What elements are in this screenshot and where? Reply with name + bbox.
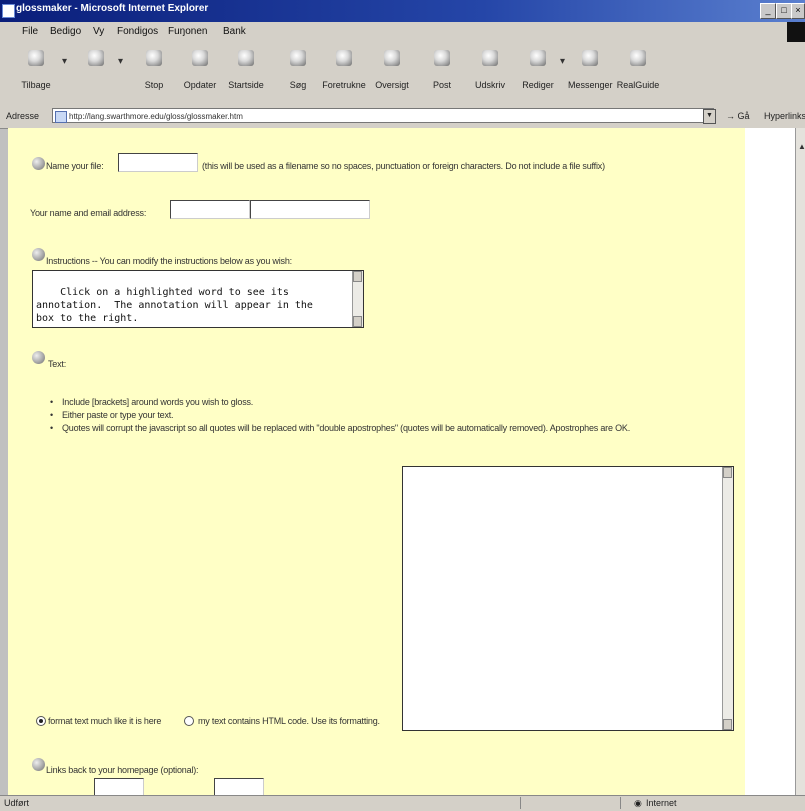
menu-edit[interactable]: Bedigo [50,26,81,37]
menu-view[interactable]: Vy [93,26,104,37]
menu-bar: File Bedigo Vy Fondigos Fuŋonen Bank [0,22,805,62]
link-url-input[interactable] [94,778,144,795]
radio-plain-label: format text much like it is here [48,716,162,726]
section-bullet-icon [32,248,45,261]
address-input[interactable]: http://lang.swarthmore.edu/gloss/glossma… [52,108,714,123]
radio-html-label: my text contains HTML code. Use its form… [198,716,380,726]
scroll-up-icon[interactable]: ▲ [798,142,805,151]
zone-globe-icon: ◉ [634,798,642,808]
instructions-label: Instructions -- You can modify the instr… [46,256,292,266]
section-bullet-icon [32,351,45,364]
forward-button[interactable] [74,50,118,80]
search-icon [290,50,306,66]
maximize-button[interactable]: □ [776,3,792,19]
refresh-button[interactable]: Opdater [178,50,222,90]
page-scrollbar[interactable]: ▲ [795,128,805,795]
links-label: Links back to your homepage (optional): [46,765,199,775]
ie-icon [2,4,15,18]
menu-favorites[interactable]: Fondigos [117,26,158,37]
realguide-icon [630,50,646,66]
instructions-scrollbar[interactable] [352,271,363,327]
page-icon [55,111,67,123]
history-icon [384,50,400,66]
section-bullet-icon [32,758,45,771]
back-button[interactable]: Tilbage [14,50,58,90]
list-item: Either paste or type your text. [50,409,630,422]
status-text: Udført [4,798,30,808]
back-icon [28,50,44,66]
instructions-textarea[interactable]: Click on a highlighted word to see its a… [32,270,364,328]
text-instructions-list: Include [brackets] around words you wish… [50,396,630,435]
text-scrollbar[interactable] [722,467,733,730]
right-pane [745,128,795,795]
links-button[interactable]: Hyperlinks [764,111,805,121]
radio-html-text[interactable] [184,716,194,726]
name-input[interactable] [170,200,250,219]
minimize-button[interactable]: _ [760,3,776,19]
search-button[interactable]: Søg [276,50,320,90]
forward-icon [88,50,104,66]
status-bar: Udført ◉ Internet [0,795,805,811]
stop-icon [146,50,162,66]
menu-tools[interactable]: Fuŋonen [168,26,207,37]
list-item: Quotes will corrupt the javascript so al… [50,422,630,435]
link-text-input[interactable] [214,778,264,795]
address-url: http://lang.swarthmore.edu/gloss/glossma… [69,112,243,121]
favorites-icon [336,50,352,66]
menu-help[interactable]: Bank [223,26,246,37]
favorites-button[interactable]: Foretrukne [322,50,366,90]
text-label: Text: [48,359,67,369]
home-icon [238,50,254,66]
edit-button[interactable]: Rediger [516,50,560,90]
instructions-text: Click on a highlighted word to see its a… [36,287,313,324]
mail-button[interactable]: Post [420,50,464,90]
menu-file[interactable]: File [22,26,38,37]
address-bar: Adresse http://lang.swarthmore.edu/gloss… [0,104,805,129]
go-button[interactable]: → Gå [726,111,750,121]
email-input[interactable] [250,200,370,219]
mail-icon [434,50,450,66]
messenger-icon [582,50,598,66]
filename-note: (this will be used as a filename so no s… [202,161,605,171]
page-content: Name your file: (this will be used as a … [8,128,745,795]
refresh-icon [192,50,208,66]
title-bar: glossmaker - Microsoft Internet Explorer… [0,0,805,22]
print-icon [482,50,498,66]
status-zone: Internet [646,798,677,808]
stop-button[interactable]: Stop [132,50,176,90]
address-label: Adresse [6,111,40,121]
list-item: Include [brackets] around words you wish… [50,396,630,409]
close-button[interactable]: × [791,3,805,19]
print-button[interactable]: Udskriv [468,50,512,90]
messenger-button[interactable]: Messenger [568,50,613,90]
text-textarea[interactable] [402,466,734,731]
filename-label: Name your file: [46,161,104,171]
window-title: glossmaker - Microsoft Internet Explorer [16,3,209,14]
filename-input[interactable] [118,153,198,172]
history-button[interactable]: Oversigt [370,50,414,90]
address-dropdown-icon[interactable]: ▼ [703,109,716,124]
realguide-button[interactable]: RealGuide [616,50,660,90]
section-bullet-icon [32,157,45,170]
name-email-label: Your name and email address: [30,208,147,218]
home-button[interactable]: Startside [224,50,268,90]
radio-plain-text[interactable] [36,716,46,726]
toolbar: Tilbage ▾ ▾ Stop Opdater Startside Søg F… [0,42,805,105]
edit-icon [530,50,546,66]
